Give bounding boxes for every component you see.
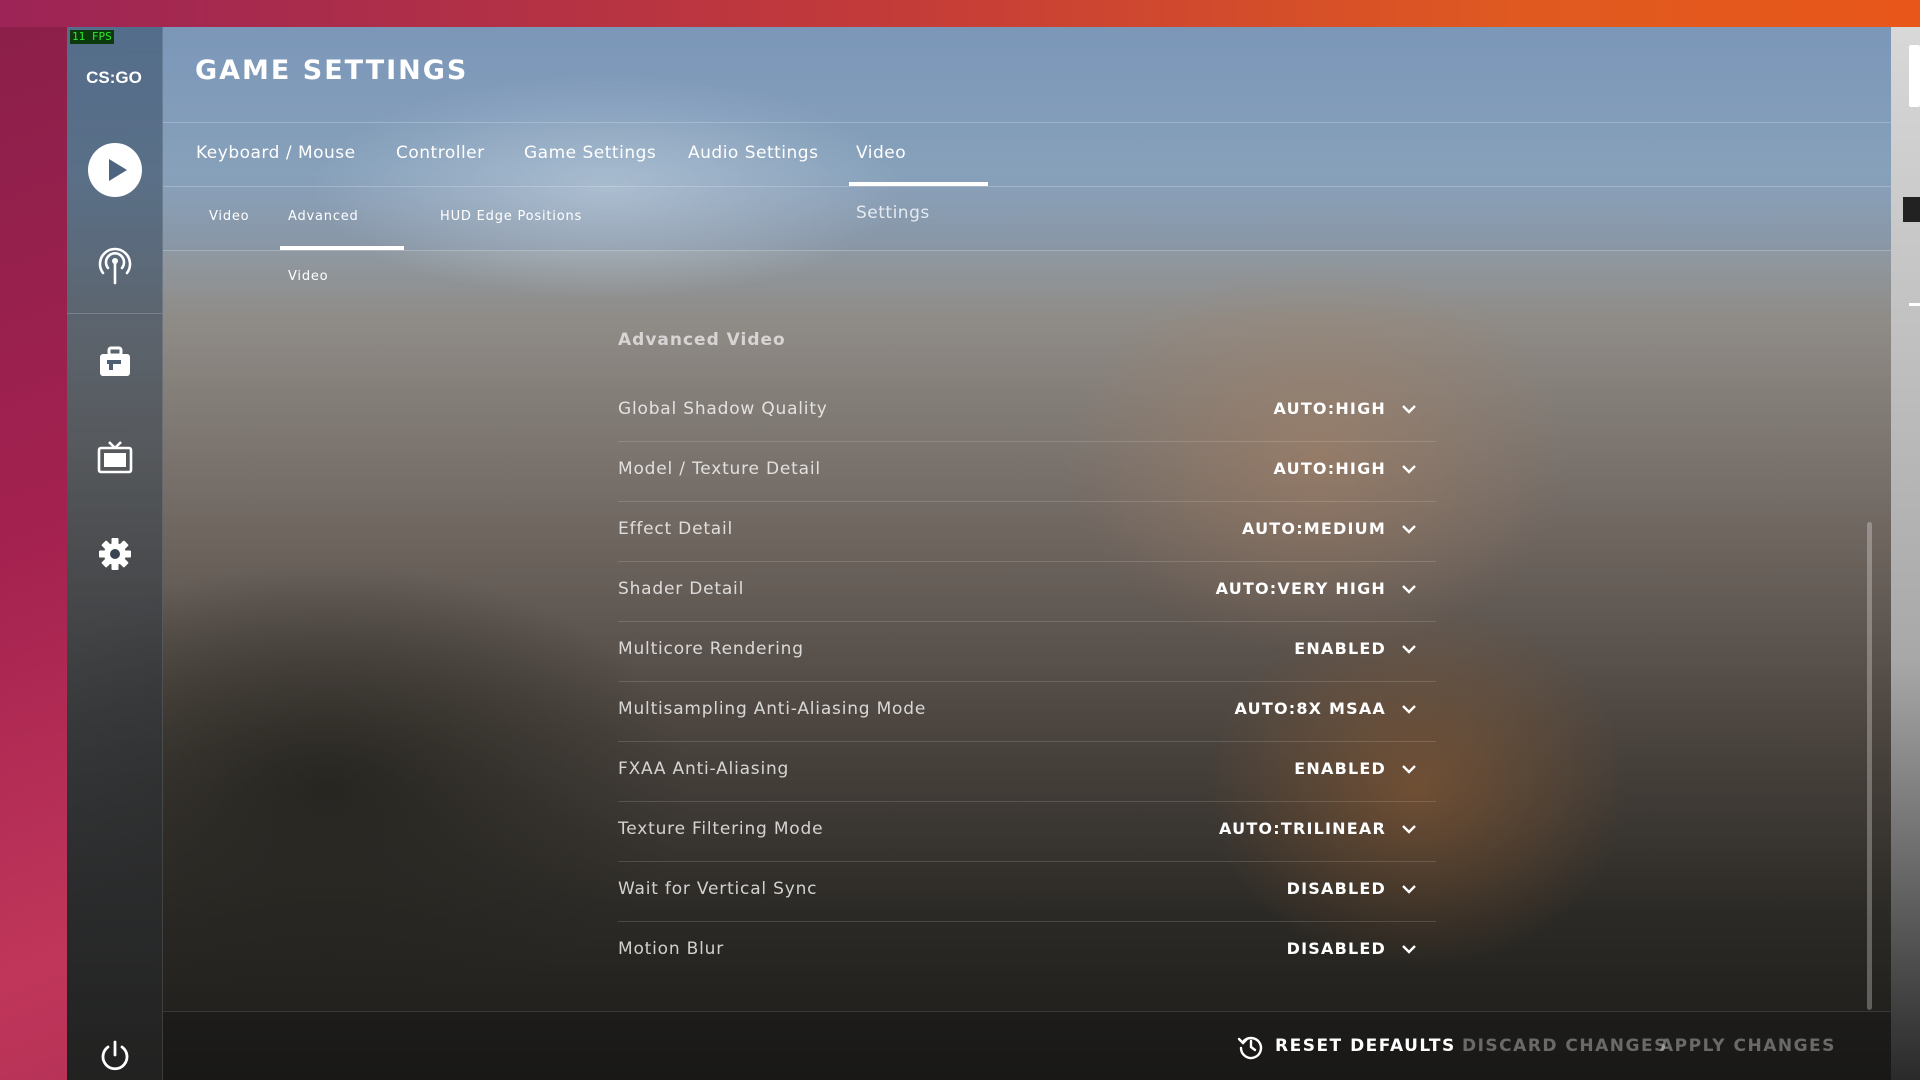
adjacent-window-widget bbox=[1909, 303, 1920, 306]
setting-row[interactable]: Motion Blur DISABLED bbox=[618, 922, 1436, 981]
chevron-down-icon[interactable] bbox=[1400, 640, 1418, 658]
adjacent-window-widget bbox=[1903, 197, 1920, 222]
tab-controller[interactable]: Controller bbox=[389, 123, 492, 186]
adjacent-window-edge bbox=[1891, 27, 1920, 1080]
setting-label: Motion Blur bbox=[618, 939, 724, 959]
sidebar-divider bbox=[67, 313, 162, 314]
chevron-down-icon[interactable] bbox=[1400, 520, 1418, 538]
settings-footer: RESET DEFAULTS DISCARD CHANGES APPLY CHA… bbox=[163, 1011, 1891, 1080]
setting-label: Multisampling Anti-Aliasing Mode bbox=[618, 699, 927, 719]
setting-row[interactable]: Multicore Rendering ENABLED bbox=[618, 622, 1436, 682]
setting-dropdown-value[interactable]: AUTO:MEDIUM bbox=[1242, 519, 1386, 538]
settings-tab-bar: Keyboard / Mouse Controller Game Setting… bbox=[163, 123, 1891, 223]
setting-label: Multicore Rendering bbox=[618, 639, 804, 659]
setting-dropdown-value[interactable]: AUTO:VERY HIGH bbox=[1216, 579, 1386, 598]
panel-title: Advanced Video bbox=[618, 330, 786, 350]
fps-counter: 11 FPS bbox=[70, 30, 114, 44]
chevron-down-icon[interactable] bbox=[1400, 880, 1418, 898]
setting-label: Shader Detail bbox=[618, 579, 745, 599]
subtab-video[interactable]: Video bbox=[201, 187, 257, 250]
chevron-down-icon[interactable] bbox=[1400, 460, 1418, 478]
broadcast-icon[interactable] bbox=[87, 237, 143, 293]
tab-audio-settings[interactable]: Audio Settings bbox=[681, 123, 825, 186]
game-window: 11 FPS CS:GO GAME SETTINGS Keyboard / Mo… bbox=[67, 27, 1891, 1080]
setting-dropdown-value[interactable]: AUTO:TRILINEAR bbox=[1219, 819, 1386, 838]
setting-label: FXAA Anti-Aliasing bbox=[618, 759, 790, 779]
reset-defaults-button[interactable]: RESET DEFAULTS bbox=[1275, 1036, 1456, 1056]
settings-header: GAME SETTINGS bbox=[163, 27, 1891, 123]
chevron-down-icon[interactable] bbox=[1400, 400, 1418, 418]
setting-row[interactable]: Texture Filtering Mode AUTO:TRILINEAR bbox=[618, 802, 1436, 862]
subtab-hud-edge-positions[interactable]: HUD Edge Positions bbox=[432, 187, 590, 250]
chevron-down-icon[interactable] bbox=[1400, 700, 1418, 718]
setting-dropdown-value[interactable]: AUTO:HIGH bbox=[1274, 399, 1386, 418]
setting-row[interactable]: Wait for Vertical Sync DISABLED bbox=[618, 862, 1436, 922]
main-sidebar: 11 FPS CS:GO bbox=[67, 27, 163, 1080]
setting-row[interactable]: Multisampling Anti-Aliasing Mode AUTO:8X… bbox=[618, 682, 1436, 742]
power-icon[interactable] bbox=[87, 1039, 143, 1073]
chevron-down-icon[interactable] bbox=[1400, 760, 1418, 778]
apply-changes-button[interactable]: APPLY CHANGES bbox=[1660, 1036, 1836, 1056]
setting-dropdown-value[interactable]: ENABLED bbox=[1294, 759, 1386, 778]
setting-label: Effect Detail bbox=[618, 519, 734, 539]
subtab-advanced-video[interactable]: Advanced Video bbox=[280, 187, 404, 284]
setting-row[interactable]: Effect Detail AUTO:MEDIUM bbox=[618, 502, 1436, 562]
setting-dropdown-value[interactable]: DISABLED bbox=[1287, 879, 1386, 898]
desktop-top-bar bbox=[0, 0, 1920, 27]
tab-keyboard-mouse[interactable]: Keyboard / Mouse bbox=[189, 123, 363, 186]
watch-tv-icon[interactable] bbox=[87, 430, 143, 486]
settings-gear-icon[interactable] bbox=[87, 526, 143, 582]
adjacent-window-widget bbox=[1909, 45, 1920, 107]
reset-history-icon[interactable] bbox=[1237, 1033, 1265, 1061]
video-subtab-bar: Video Advanced Video HUD Edge Positions bbox=[163, 187, 1891, 284]
setting-row[interactable]: FXAA Anti-Aliasing ENABLED bbox=[618, 742, 1436, 802]
inventory-briefcase-icon[interactable] bbox=[87, 334, 143, 390]
discard-changes-button[interactable]: DISCARD CHANGES bbox=[1462, 1036, 1668, 1056]
setting-dropdown-value[interactable]: ENABLED bbox=[1294, 639, 1386, 658]
tab-video-settings[interactable]: Video Settings bbox=[849, 123, 988, 223]
setting-row[interactable]: Global Shadow Quality AUTO:HIGH bbox=[618, 382, 1436, 442]
chevron-down-icon[interactable] bbox=[1400, 940, 1418, 958]
play-icon[interactable] bbox=[87, 142, 143, 198]
setting-dropdown-value[interactable]: DISABLED bbox=[1287, 939, 1386, 958]
scrollbar[interactable] bbox=[1867, 522, 1872, 1010]
setting-label: Wait for Vertical Sync bbox=[618, 879, 818, 899]
page-title: GAME SETTINGS bbox=[195, 55, 469, 86]
setting-label: Texture Filtering Mode bbox=[618, 819, 824, 839]
csgo-logo: CS:GO bbox=[86, 68, 142, 87]
tab-game-settings[interactable]: Game Settings bbox=[517, 123, 663, 186]
setting-label: Global Shadow Quality bbox=[618, 399, 828, 419]
setting-dropdown-value[interactable]: AUTO:HIGH bbox=[1274, 459, 1386, 478]
chevron-down-icon[interactable] bbox=[1400, 580, 1418, 598]
setting-row[interactable]: Model / Texture Detail AUTO:HIGH bbox=[618, 442, 1436, 502]
setting-label: Model / Texture Detail bbox=[618, 459, 821, 479]
setting-dropdown-value[interactable]: AUTO:8X MSAA bbox=[1235, 699, 1386, 718]
chevron-down-icon[interactable] bbox=[1400, 820, 1418, 838]
setting-row[interactable]: Shader Detail AUTO:VERY HIGH bbox=[618, 562, 1436, 622]
advanced-video-settings-list: Global Shadow Quality AUTO:HIGH Model / … bbox=[618, 382, 1436, 981]
